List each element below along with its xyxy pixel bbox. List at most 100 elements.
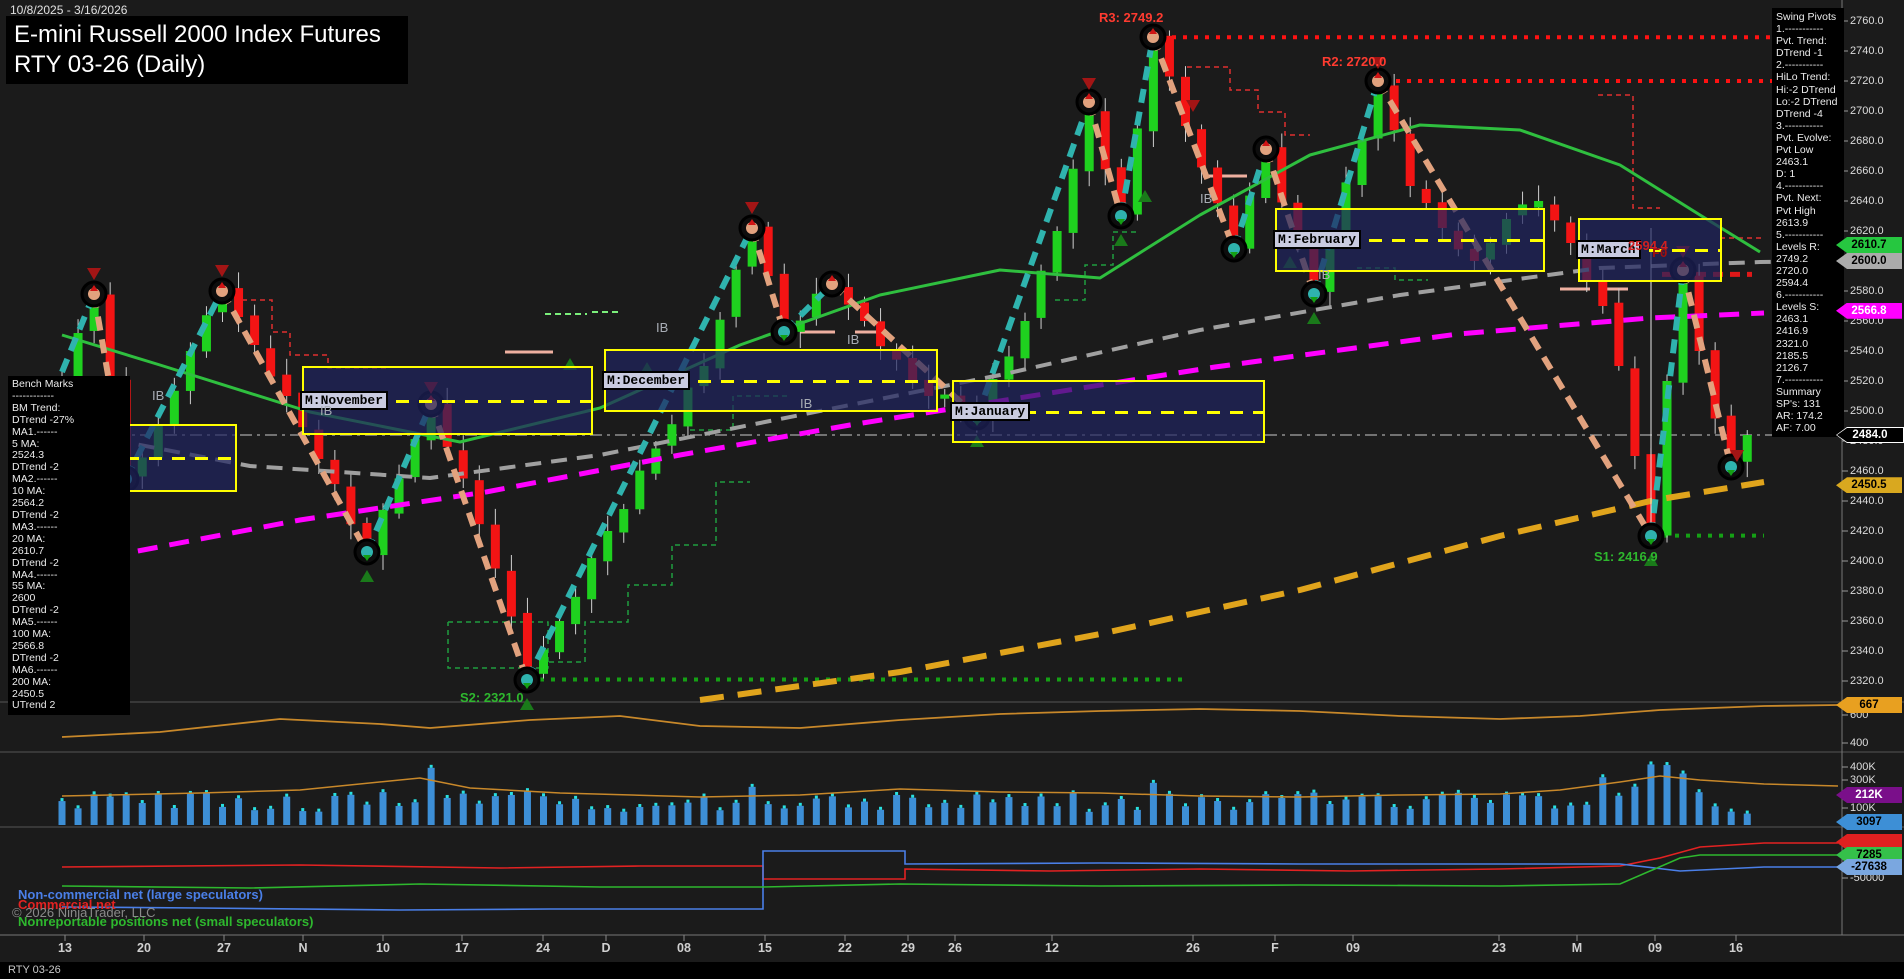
swing-pivot-marker[interactable] (1139, 23, 1167, 51)
swing-pivot-marker[interactable] (513, 666, 541, 694)
candle (1084, 111, 1094, 172)
candle (1534, 201, 1544, 208)
price-axis-label: 2520.0 (1850, 375, 1884, 387)
benchmarks-line: 200 MA: (12, 675, 52, 688)
ib-range-label: IB (1318, 267, 1331, 282)
candle (1614, 302, 1624, 366)
price-axis-label: 2720.0 (1850, 75, 1884, 87)
candle (587, 558, 597, 600)
indicator-axis-label: 100K (1850, 802, 1876, 814)
indicator-axis-label: 400 (1850, 737, 1869, 749)
indicator-axis-label: 400K (1850, 761, 1876, 773)
date-axis-label: 08 (677, 941, 691, 955)
swing-pivot-marker[interactable] (353, 538, 381, 566)
price-badge: 2484.0 (1836, 427, 1904, 443)
price-axis-label: 2460.0 (1850, 465, 1884, 477)
ib-range-label: IB (847, 332, 860, 347)
ninjatrader-chart-window: { "header": { "date_range": "10/8/2025 -… (0, 0, 1904, 979)
benchmarks-line: MA1.------ (12, 425, 58, 438)
candle (635, 470, 645, 510)
candle (490, 524, 500, 569)
price-axis-label: 2680.0 (1850, 135, 1884, 147)
swing-pivot-marker[interactable] (818, 270, 846, 298)
benchmarks-line: MA6.------ (12, 663, 58, 676)
swing-pivots-line: Pvt. Evolve: (1776, 131, 1832, 144)
swing-pivot-marker[interactable] (738, 214, 766, 242)
price-badge: 3097 (1836, 814, 1902, 830)
swing-pivots-line: DTrend -1 (1776, 47, 1823, 60)
swing-pivot-marker[interactable] (1300, 280, 1328, 308)
swing-pivot-marker[interactable] (1637, 522, 1665, 550)
candle (1598, 280, 1608, 306)
benchmarks-line: UTrend 2 (12, 699, 56, 712)
swing-pivot-marker[interactable] (1075, 88, 1103, 116)
copyright-text: © 2026 NinjaTrader, LLC (12, 905, 156, 920)
date-axis-label: 15 (758, 941, 772, 955)
swing-pivot-marker[interactable] (1252, 135, 1280, 163)
swing-pivots-line: 2126.7 (1776, 361, 1809, 374)
swing-pivots-line: Pvt. Next: (1776, 192, 1822, 205)
benchmarks-panel: Bench Marks ------------ BM Trend: DTrend -… (8, 376, 130, 716)
candle (1550, 204, 1560, 221)
benchmarks-line: MA3.------ (12, 520, 58, 533)
candle (185, 351, 195, 391)
date-axis-label: 26 (1186, 941, 1200, 955)
candle (474, 480, 484, 525)
swing-pivot-marker[interactable] (208, 277, 236, 305)
swing-pivots-line: Summary (1776, 385, 1821, 398)
swing-pivot-marker[interactable] (1220, 235, 1248, 263)
benchmarks-line: 2610.7 (12, 544, 45, 557)
swing-pivots-line: 2749.2 (1776, 252, 1809, 265)
candle (282, 374, 292, 396)
candle (1566, 222, 1576, 243)
price-badge: 2610.7 (1836, 236, 1902, 253)
month-label[interactable]: M:November (300, 390, 389, 410)
date-axis-label: 09 (1648, 941, 1662, 955)
candle (603, 531, 613, 562)
swing-pivots-line: 2720.0 (1776, 264, 1809, 277)
candle (1357, 140, 1367, 186)
candle (506, 570, 516, 617)
swing-pivots-line: D: 1 (1776, 168, 1796, 181)
date-axis-label: 26 (948, 941, 962, 955)
price-axis-label: 2500.0 (1850, 405, 1884, 417)
candle (1421, 188, 1431, 204)
swing-pivots-line: 2594.4 (1776, 277, 1809, 290)
date-axis-label: M (1571, 941, 1583, 955)
candle (1630, 368, 1640, 456)
level-label-S2: S2: 2321.0 (460, 690, 524, 705)
ib-range-label: IB (1200, 191, 1213, 206)
date-axis-label: 22 (838, 941, 852, 955)
month-label[interactable]: M:December (602, 370, 691, 390)
title-line-2: RTY 03-26 (Daily) (14, 51, 206, 78)
candle (571, 596, 581, 625)
ib-range-label: IB (800, 396, 813, 411)
month-label[interactable]: M:January (950, 401, 1031, 421)
benchmarks-line: DTrend -2 (12, 651, 59, 664)
price-axis-label: 2340.0 (1850, 645, 1884, 657)
swing-pivots-line: HiLo Trend: (1776, 71, 1831, 84)
swing-pivot-marker[interactable] (770, 318, 798, 346)
swing-pivot-marker[interactable] (1717, 453, 1745, 481)
date-axis-label: 24 (536, 941, 550, 955)
status-bar: RTY 03-26 (0, 962, 1904, 979)
price-badge: -27638 (1836, 859, 1902, 875)
candle (763, 226, 773, 277)
swing-pivot-marker[interactable] (1364, 67, 1392, 95)
candle (1662, 381, 1672, 536)
date-axis-label: 27 (217, 941, 231, 955)
price-badge: 2566.8 (1836, 302, 1902, 319)
swing-pivots-line: Pvt. Trend: (1776, 35, 1827, 48)
swing-pivot-marker[interactable] (1107, 202, 1135, 230)
date-range: 10/8/2025 - 3/16/2026 (10, 3, 128, 17)
chart-canvas[interactable] (0, 0, 1904, 979)
swing-pivot-marker[interactable] (80, 280, 108, 308)
month-label[interactable]: M:February (1273, 230, 1362, 249)
candle (940, 394, 950, 399)
swing-pivots-line: 2463.1 (1776, 313, 1809, 326)
swing-pivots-line: AR: 174.2 (1776, 410, 1823, 423)
candle (1100, 111, 1110, 170)
swing-pivots-line: AF: 7.00 (1776, 422, 1816, 435)
level-label-R2: R2: 2720.0 (1322, 54, 1387, 69)
swing-pivots-line: 2416.9 (1776, 325, 1809, 338)
